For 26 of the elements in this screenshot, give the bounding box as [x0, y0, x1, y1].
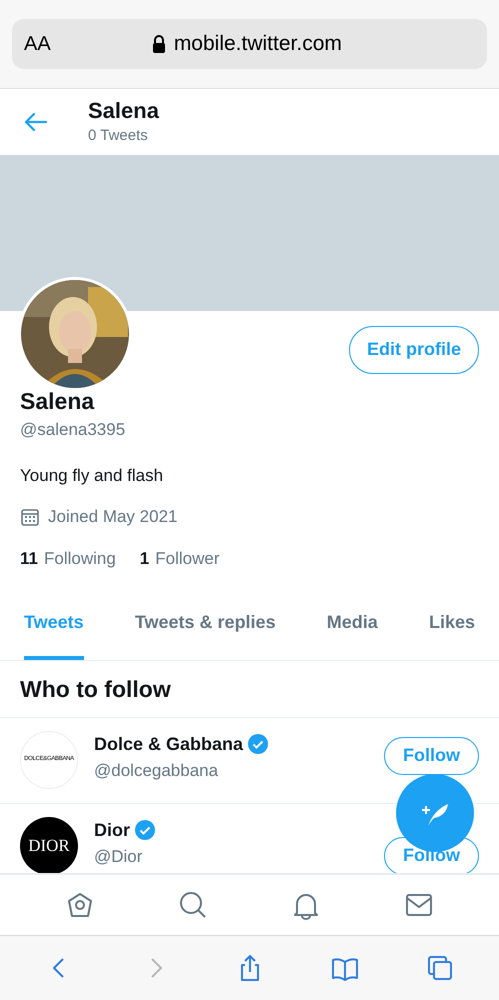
tab[interactable]: Media: [326, 601, 378, 660]
text-size-button[interactable]: AA: [24, 29, 51, 60]
account-name[interactable]: Dolce & Gabbana: [94, 730, 244, 758]
tab[interactable]: Likes: [428, 601, 475, 660]
tweet-count: 0 Tweets: [88, 126, 149, 146]
section-title: Who to follow: [0, 661, 499, 718]
search-icon[interactable]: [178, 890, 208, 920]
tab[interactable]: Tweets & replies: [134, 601, 276, 660]
account-handle: @dolcegabbana: [94, 760, 220, 782]
lock-icon: [152, 35, 166, 54]
header-title: Salena: [88, 97, 159, 125]
calendar-icon: [20, 507, 40, 528]
profile-name: Salena: [20, 386, 96, 416]
edit-profile-button[interactable]: Edit profile: [349, 326, 479, 374]
profile-bio: Young fly and flash: [20, 464, 164, 487]
tab[interactable]: Tweets: [24, 601, 84, 660]
account-logo: DIOR: [20, 816, 78, 873]
account-handle: @Dior: [94, 846, 144, 868]
url-text: mobile.twitter.com: [174, 31, 342, 58]
stat-link[interactable]: 1 Follower: [140, 546, 220, 572]
stat-link[interactable]: 11 Following: [20, 546, 116, 572]
account-name[interactable]: Dior: [94, 816, 130, 844]
profile-handle: @salena3395: [20, 419, 126, 442]
back-arrow-icon[interactable]: [24, 112, 48, 132]
address-bar[interactable]: AA mobile.twitter.com: [12, 19, 487, 70]
join-date: Joined May 2021: [48, 506, 178, 528]
